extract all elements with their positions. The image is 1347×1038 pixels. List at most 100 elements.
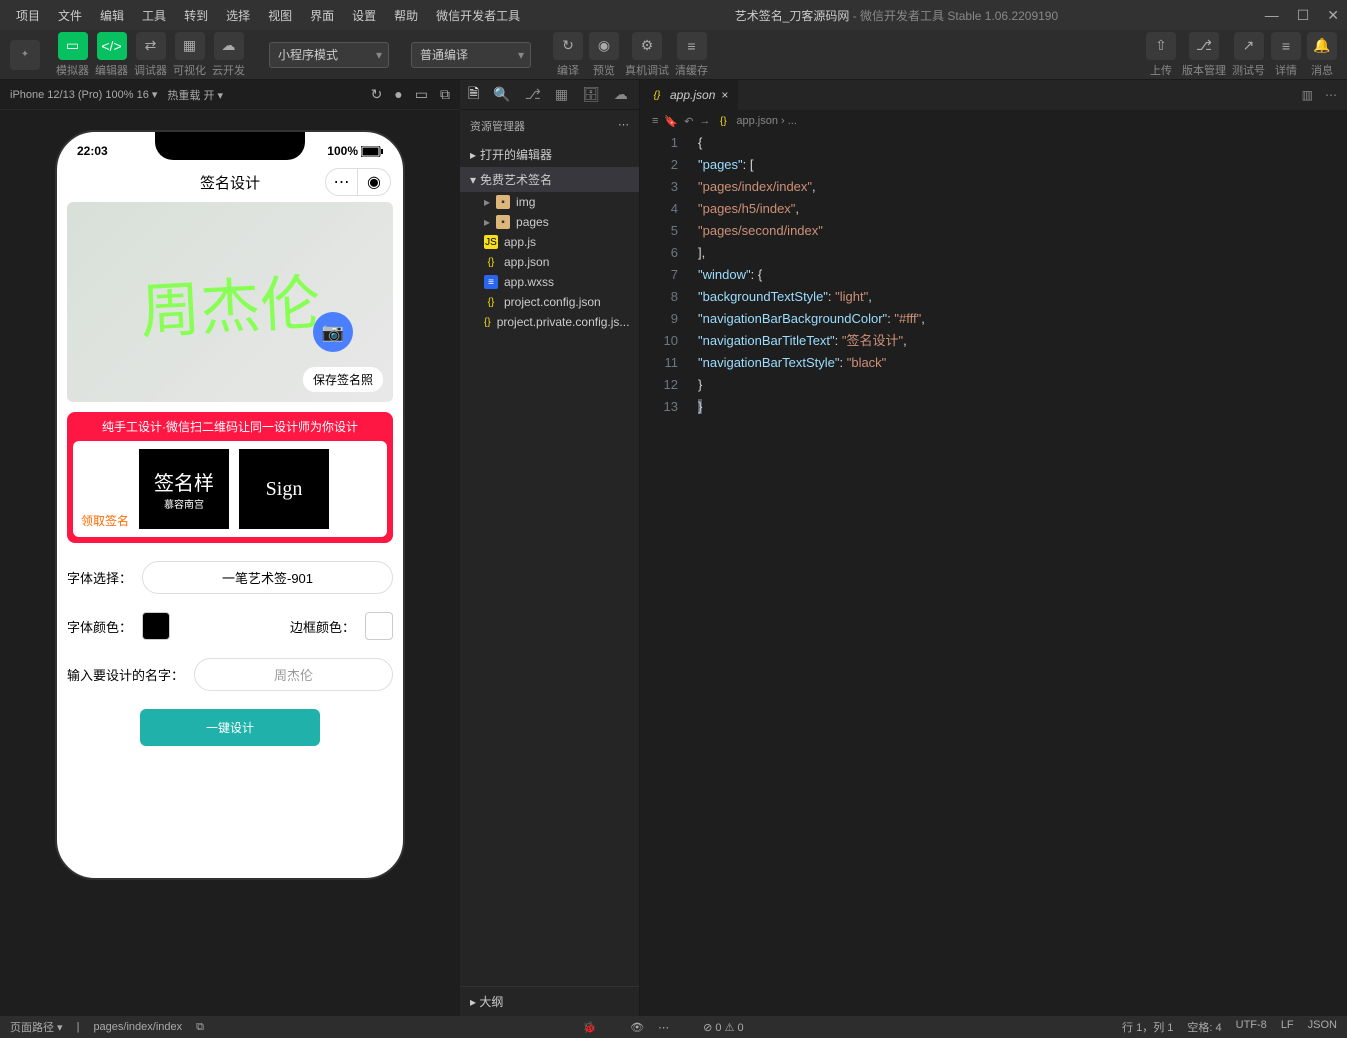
toolbar-云开发[interactable]: ☁云开发 [212, 32, 245, 78]
menu-界面[interactable]: 界面 [302, 3, 342, 28]
action-测试号[interactable]: ↗测试号 [1232, 32, 1265, 78]
sim-tool-icon[interactable]: ▭ [415, 86, 428, 103]
action-版本管理[interactable]: ⎇版本管理 [1182, 32, 1226, 78]
tree-img[interactable]: ▸▪img [460, 192, 639, 212]
claim-link[interactable]: 领取签名 [81, 512, 129, 529]
action-消息[interactable]: 🔔消息 [1307, 32, 1337, 78]
signature-drawing: 周杰伦 [138, 254, 322, 350]
minimize-icon[interactable]: — [1265, 7, 1279, 24]
project-name: 艺术签名_刀客源码网 [735, 9, 850, 23]
status-JSON[interactable]: JSON [1308, 1019, 1337, 1035]
action-详情[interactable]: ≡详情 [1271, 32, 1301, 78]
sim-tool-icon[interactable]: ↻ [371, 86, 383, 103]
page-path-value[interactable]: pages/index/index [93, 1021, 182, 1033]
tree-app.js[interactable]: JSapp.js [460, 232, 639, 252]
json-icon: {} [650, 88, 664, 102]
tree-pages[interactable]: ▸▪pages [460, 212, 639, 232]
menu-工具[interactable]: 工具 [134, 3, 174, 28]
status-time: 22:03 [77, 144, 108, 158]
font-color-swatch[interactable] [142, 612, 170, 640]
status-UTF-8[interactable]: UTF-8 [1236, 1019, 1267, 1035]
branch-icon[interactable]: ⎇ [525, 86, 541, 103]
more-icon[interactable]: ⋯ [618, 118, 629, 134]
title-bar: 项目文件编辑工具转到选择视图界面设置帮助微信开发者工具 艺术签名_刀客源码网 -… [0, 0, 1347, 30]
save-signature-button[interactable]: 保存签名照 [303, 367, 383, 392]
action-预览[interactable]: ◉预览 [589, 32, 619, 78]
ext-icon[interactable]: ▦ [555, 86, 568, 103]
menu-dots-icon[interactable]: ⋯ [326, 169, 358, 195]
sim-tool-icon[interactable]: ● [394, 86, 402, 103]
search-icon[interactable]: 🔍 [493, 86, 510, 103]
target-icon[interactable]: ◉ [358, 169, 390, 195]
promo-title: 纯手工设计·微信扫二维码让同一设计师为你设计 [73, 418, 387, 435]
cloud-icon[interactable]: ☁ [614, 86, 628, 103]
hot-reload-toggle[interactable]: 热重载 开 ▾ [167, 87, 223, 103]
navbar-title: 签名设计 [200, 172, 260, 193]
explorer-icon[interactable]: 🗎 [468, 83, 479, 107]
menu-项目[interactable]: 项目 [8, 3, 48, 28]
compile-select[interactable]: 普通编译 [411, 42, 531, 68]
toolbar-编辑器[interactable]: </>编辑器 [95, 32, 128, 78]
maximize-icon[interactable]: ☐ [1297, 7, 1310, 24]
menu-视图[interactable]: 视图 [260, 3, 300, 28]
menu-选择[interactable]: 选择 [218, 3, 258, 28]
problems-count[interactable]: ⊘ 0 ⚠ 0 [703, 1021, 743, 1034]
capsule-button[interactable]: ⋯◉ [325, 168, 391, 196]
tree-app.json[interactable]: {}app.json [460, 252, 639, 272]
design-button[interactable]: 一键设计 [140, 709, 320, 746]
status-空格: 4[interactable]: 空格: 4 [1187, 1019, 1221, 1035]
close-tab-icon[interactable]: × [721, 88, 728, 102]
action-上传[interactable]: ⇧上传 [1146, 32, 1176, 78]
tree-project.private.config.js...[interactable]: {}project.private.config.js... [460, 312, 639, 332]
name-input-label: 输入要设计的名字： [67, 665, 184, 684]
split-icon[interactable]: ▥ [1302, 88, 1313, 102]
menu-设置[interactable]: 设置 [344, 3, 384, 28]
mini-program-navbar: 签名设计 ⋯◉ [57, 162, 403, 202]
menu-转到[interactable]: 转到 [176, 3, 216, 28]
menu-编辑[interactable]: 编辑 [92, 3, 132, 28]
font-select[interactable]: 一笔艺术签-901 [142, 561, 393, 594]
menu-文件[interactable]: 文件 [50, 3, 90, 28]
list-icon[interactable]: ≡ [652, 115, 658, 127]
phone-notch [155, 132, 305, 160]
status-battery: 100% [327, 144, 383, 158]
editor-tabs: {} app.json × ▥ ⋯ [640, 80, 1347, 110]
bug-icon[interactable]: 🐞 [582, 1021, 596, 1034]
action-真机调试[interactable]: ⚙真机调试 [625, 32, 669, 78]
more-icon[interactable]: ⋯ [658, 1021, 669, 1034]
undo-icon[interactable]: ↶ [684, 115, 693, 128]
copy-icon[interactable]: ⧉ [196, 1021, 204, 1034]
status-行 1，列 1[interactable]: 行 1，列 1 [1122, 1019, 1173, 1035]
breadcrumb[interactable]: ≡ 🔖 ↶ → {} app.json › ... [640, 110, 1347, 132]
toolbar-模拟器[interactable]: ▭模拟器 [56, 32, 89, 78]
code-editor[interactable]: 12345678910111213 { "pages": [ "pages/in… [640, 132, 1347, 1016]
more-icon[interactable]: ⋯ [1325, 88, 1337, 102]
menu-帮助[interactable]: 帮助 [386, 3, 426, 28]
sim-tool-icon[interactable]: ⧉ [440, 86, 450, 103]
page-path-label[interactable]: 页面路径 ▾ [10, 1019, 63, 1035]
border-color-swatch[interactable] [365, 612, 393, 640]
editor-tab-app-json[interactable]: {} app.json × [640, 80, 739, 110]
camera-icon[interactable]: 📷 [313, 312, 353, 352]
action-编译[interactable]: ↻编译 [553, 32, 583, 78]
font-label: 字体选择： [67, 568, 132, 587]
outline-section[interactable]: ▸ 大纲 [460, 986, 639, 1016]
project-section[interactable]: ▾ 免费艺术签名 [460, 167, 639, 192]
editor-panel: {} app.json × ▥ ⋯ ≡ 🔖 ↶ → {} app.json › … [640, 80, 1347, 1016]
menu-微信开发者工具[interactable]: 微信开发者工具 [428, 3, 528, 28]
action-清缓存[interactable]: ≡清缓存 [675, 32, 708, 78]
eye-icon[interactable]: 👁 [630, 1021, 644, 1034]
toolbar-调试器[interactable]: ⇄调试器 [134, 32, 167, 78]
name-input[interactable]: 周杰伦 [194, 658, 393, 691]
tree-project.config.json[interactable]: {}project.config.json [460, 292, 639, 312]
toolbar-可视化[interactable]: ▦可视化 [173, 32, 206, 78]
mode-select[interactable]: 小程序模式 [269, 42, 389, 68]
project-avatar[interactable]: ✦ [10, 40, 40, 70]
device-select[interactable]: iPhone 12/13 (Pro) 100% 16 ▾ [10, 88, 157, 101]
close-icon[interactable]: ✕ [1327, 7, 1339, 24]
status-LF[interactable]: LF [1281, 1019, 1294, 1035]
bookmark-icon[interactable]: 🔖 [664, 115, 678, 128]
opened-editors-section[interactable]: ▸ 打开的编辑器 [460, 142, 639, 167]
db-icon[interactable]: 🗄 [582, 86, 600, 103]
tree-app.wxss[interactable]: ≡app.wxss [460, 272, 639, 292]
